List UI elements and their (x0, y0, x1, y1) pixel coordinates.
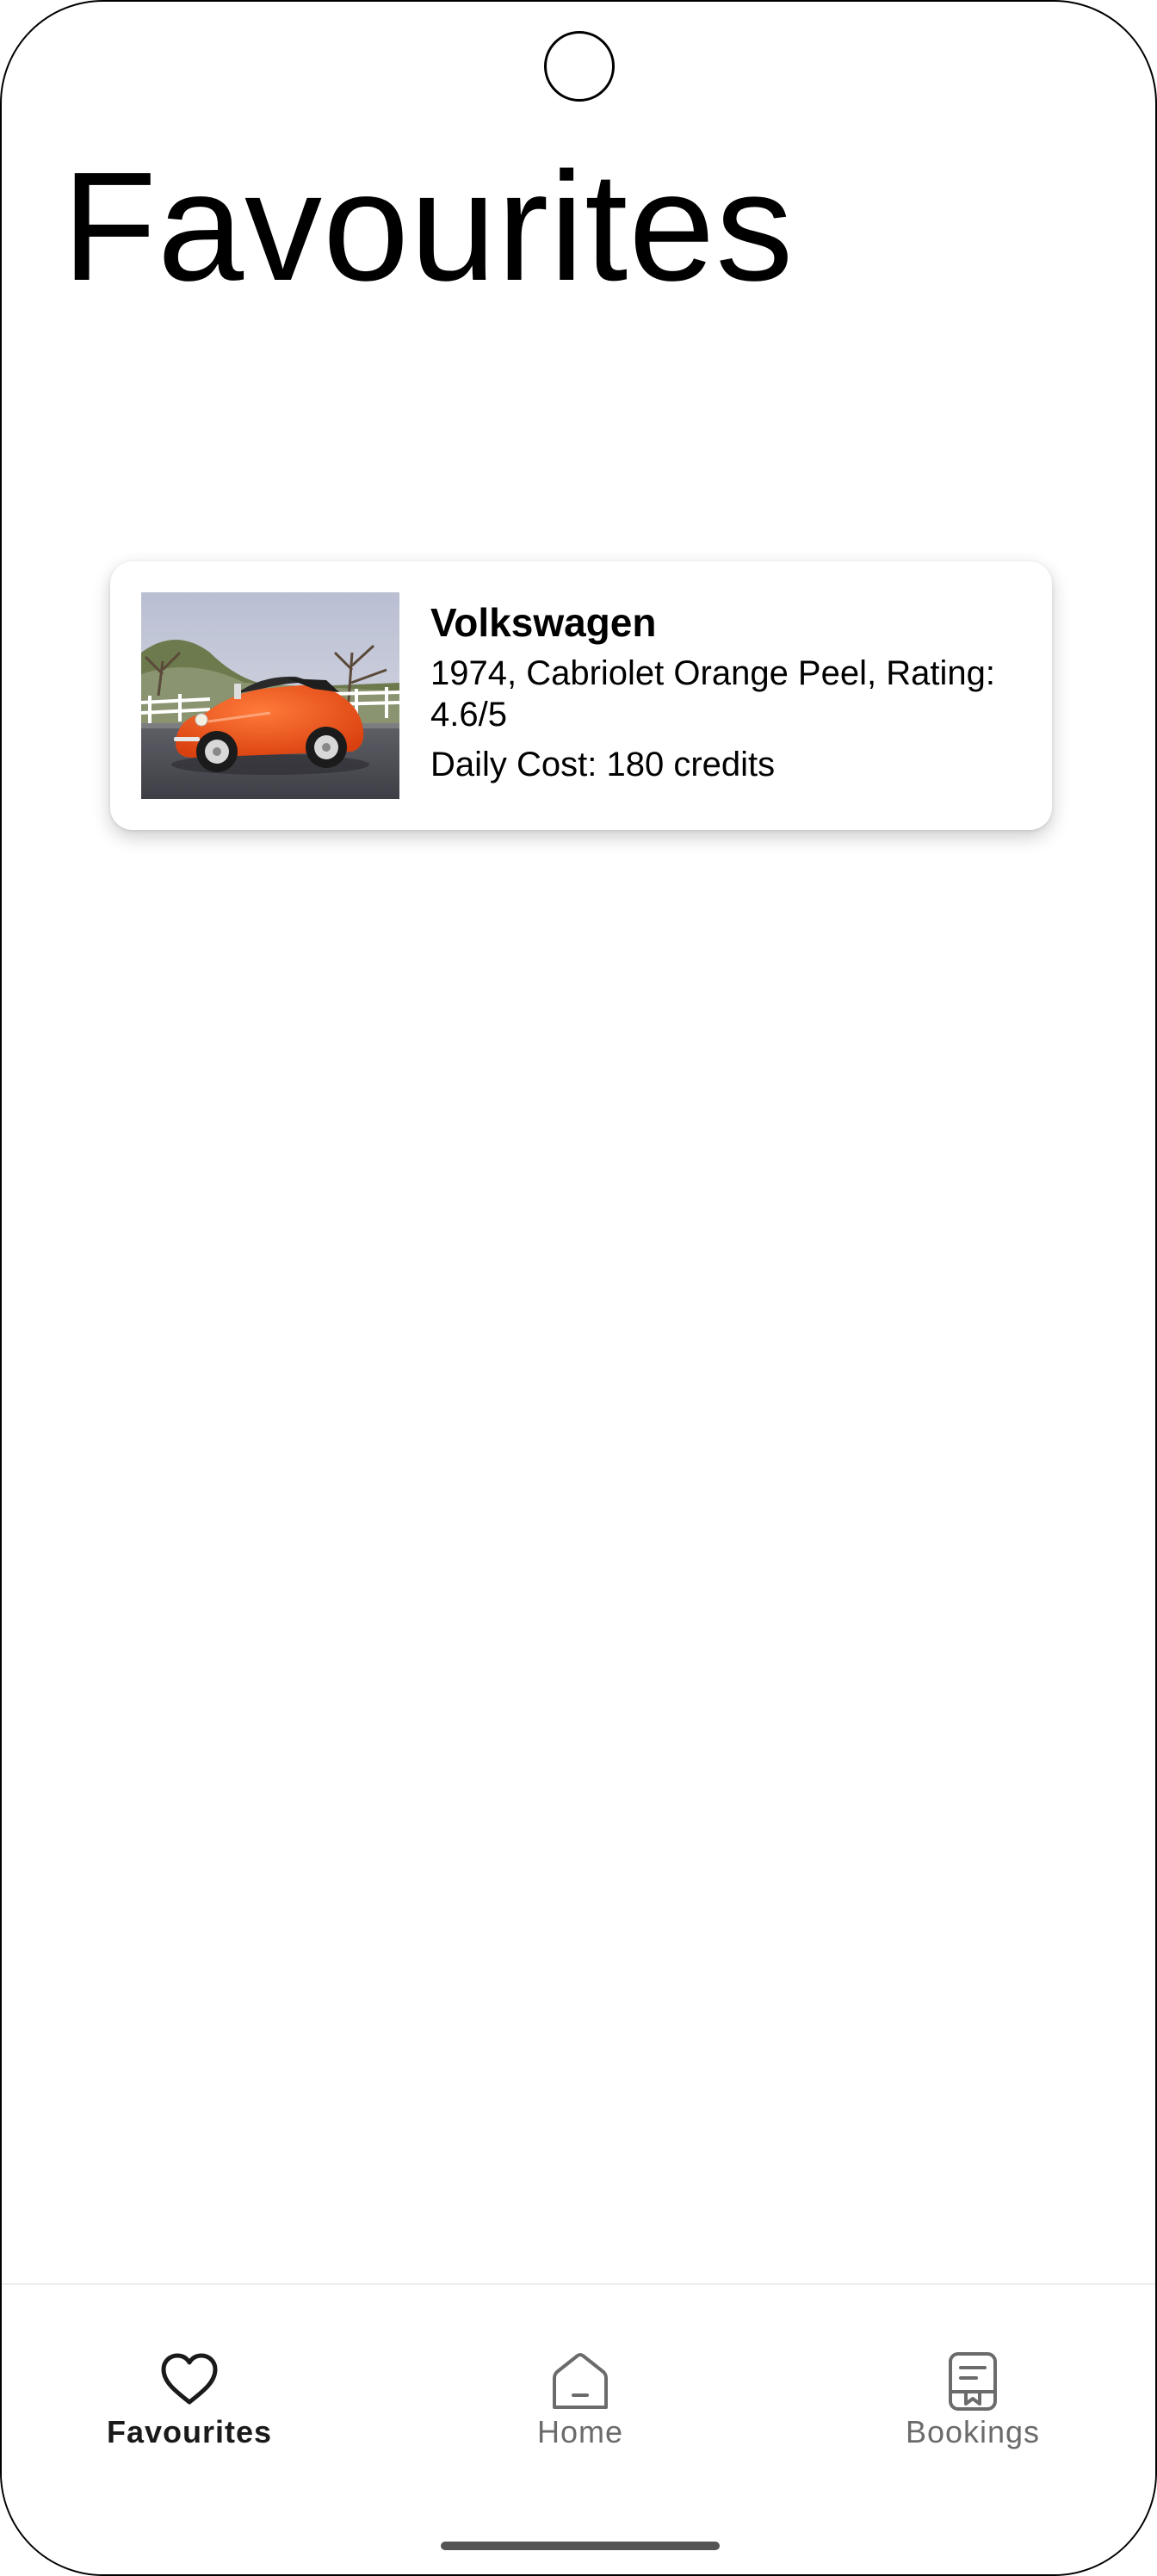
nav-label-bookings: Bookings (905, 2414, 1041, 2449)
nav-label-favourites: Favourites (106, 2414, 273, 2449)
car-details: 1974, Cabriolet Orange Peel, Rating: 4.6… (430, 654, 995, 734)
car-make: Volkswagen (430, 600, 657, 645)
car-image (141, 592, 399, 799)
bottom-navigation: Favourites Home Bookings (2, 2283, 1155, 2574)
heart-icon (161, 2353, 218, 2405)
camera-cutout (544, 31, 615, 102)
car-daily-cost: Daily Cost: 180 credits (430, 746, 776, 783)
car-info: Volkswagen 1974, Cabriolet Orange Peel, … (430, 594, 1033, 789)
page-title: Favourites (62, 140, 795, 313)
nav-item-favourites[interactable]: Favourites (60, 2350, 319, 2480)
home-icon (553, 2353, 608, 2409)
book-icon (949, 2352, 997, 2411)
nav-label-home: Home (536, 2414, 624, 2449)
gesture-home-indicator[interactable] (441, 2542, 720, 2550)
nav-item-home[interactable]: Home (451, 2350, 709, 2480)
nav-item-bookings[interactable]: Bookings (844, 2350, 1102, 2480)
device-frame: Favourites Volkswagen 1974, Cabriolet Or… (0, 0, 1157, 2576)
favourite-car-card[interactable]: Volkswagen 1974, Cabriolet Orange Peel, … (110, 561, 1052, 830)
